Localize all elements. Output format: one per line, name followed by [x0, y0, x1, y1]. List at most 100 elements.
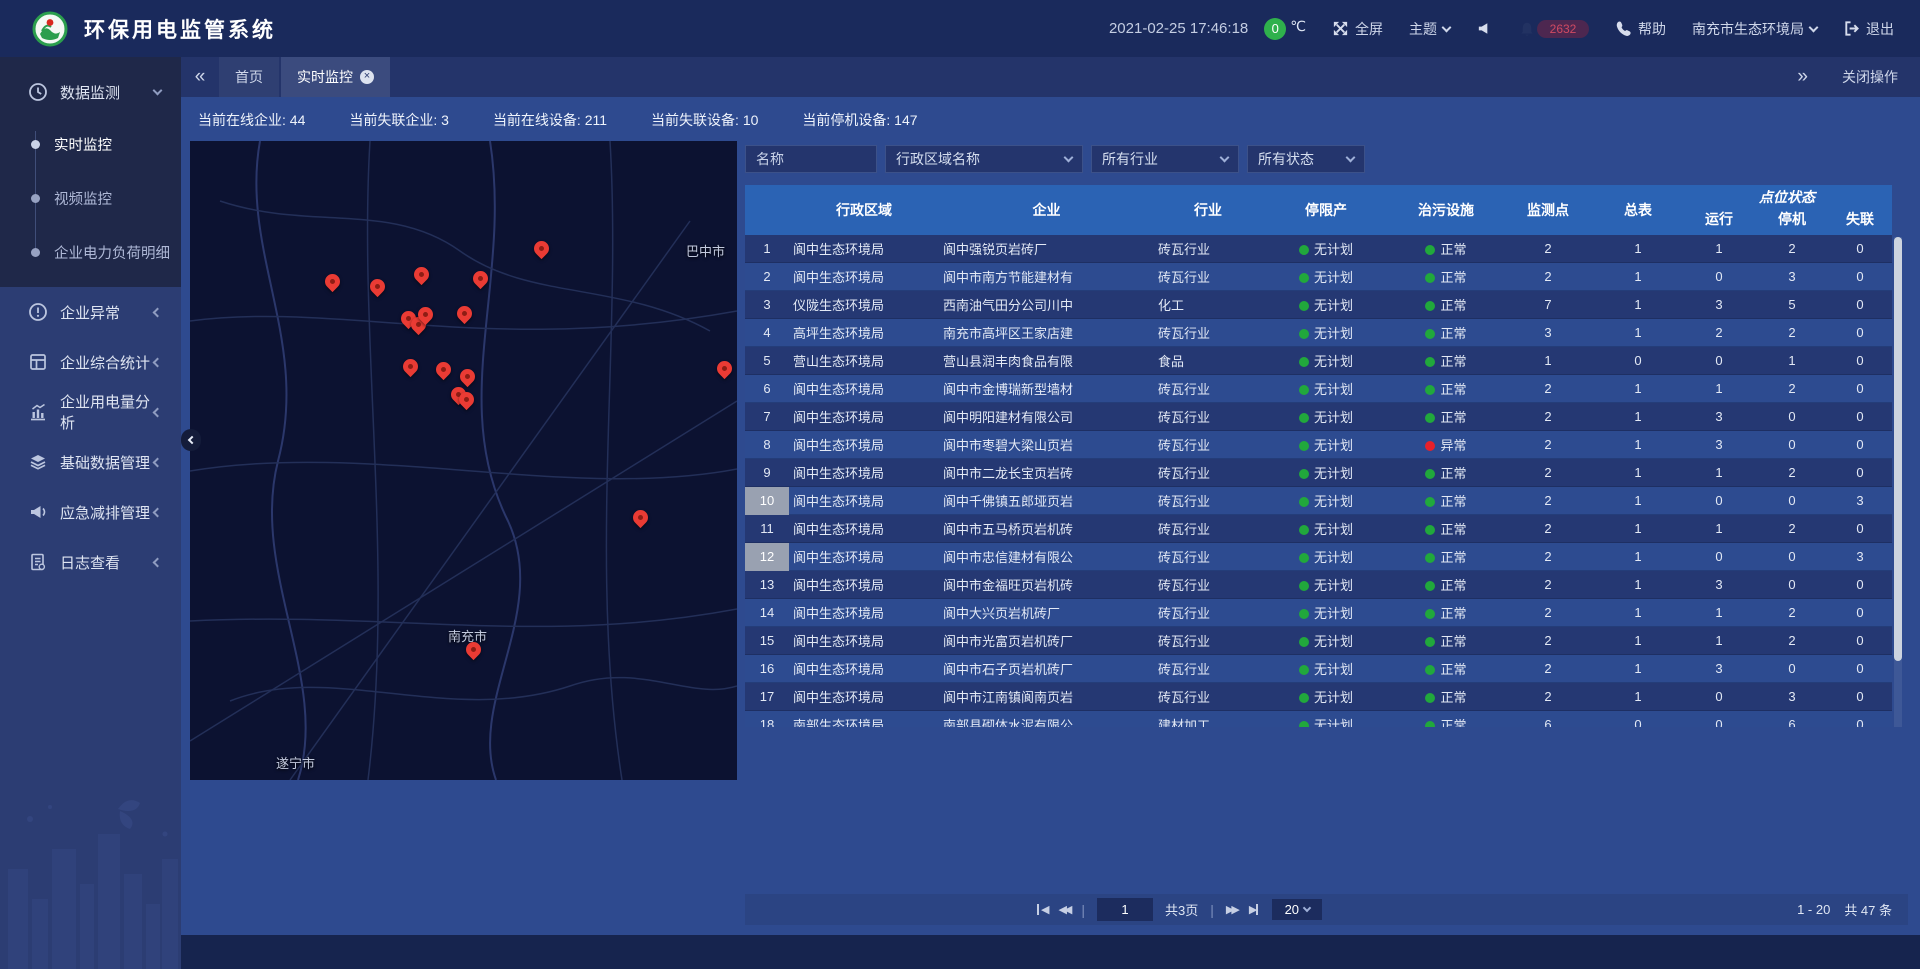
table-row[interactable]: 5营山生态环境局营山县润丰肉食品有限食品无计划正常10010 [745, 347, 1892, 375]
map-panel[interactable]: 巴中市南充市遂宁市 [190, 141, 737, 780]
cell-index: 18 [745, 711, 789, 728]
bell-icon [1519, 21, 1535, 37]
cell-stopped: 2 [1756, 241, 1828, 256]
cell-running: 3 [1682, 577, 1756, 592]
first-page-button[interactable]: ◀ [1035, 903, 1046, 916]
fullscreen-icon [1332, 20, 1349, 37]
table-row[interactable]: 1阆中生态环境局阆中强锐页岩砖厂砖瓦行业无计划正常21120 [745, 235, 1892, 263]
chevron-left-icon [153, 557, 163, 567]
main-content: « 首页实时监控× » 关闭操作 当前在线企业: 44当前失联企业: 3当前在线… [181, 57, 1920, 935]
table-row[interactable]: 10阆中生态环境局阆中千佛镇五郎垭页岩砖瓦行业无计划正常21003 [745, 487, 1892, 515]
sidebar-item-enterprise-power-analysis[interactable]: 企业用电量分析 [0, 387, 181, 437]
cell-running: 0 [1682, 717, 1756, 727]
cell-facility-status: 正常 [1390, 267, 1502, 286]
table-row[interactable]: 13阆中生态环境局阆中市金福旺页岩机砖砖瓦行业无计划正常21300 [745, 571, 1892, 599]
cell-monitor-points: 2 [1502, 689, 1594, 704]
sidebar-item-data-monitoring[interactable]: 数据监测 [0, 67, 181, 117]
page-number-input[interactable] [1097, 898, 1153, 921]
industry-filter-select[interactable]: 所有行业 [1091, 145, 1239, 173]
cell-running: 3 [1682, 661, 1756, 676]
cell-monitor-points: 2 [1502, 465, 1594, 480]
table-row[interactable]: 12阆中生态环境局阆中市忠信建材有限公砖瓦行业无计划正常21003 [745, 543, 1892, 571]
status-dot-icon [1425, 385, 1435, 395]
close-operations-button[interactable]: 关闭操作 [1842, 67, 1898, 87]
name-filter-input[interactable] [745, 145, 877, 173]
cell-facility-status: 正常 [1390, 323, 1502, 342]
cell-index: 10 [745, 487, 789, 515]
table-row[interactable]: 8阆中生态环境局阆中市枣碧大梁山页岩砖瓦行业无计划异常21300 [745, 431, 1892, 459]
cell-index: 8 [745, 431, 789, 459]
notification-bell[interactable]: 2632 [1519, 20, 1589, 38]
cell-company: 南部县砌体水泥有限公 [939, 715, 1154, 727]
record-range-label: 1 - 20 [1797, 902, 1830, 917]
scrollbar-thumb[interactable] [1894, 237, 1902, 661]
last-page-button[interactable]: ▶ [1249, 903, 1260, 916]
sidebar-item-log-view[interactable]: 日志查看 [0, 537, 181, 587]
volume-icon[interactable] [1476, 20, 1493, 37]
cell-limit-status: 无计划 [1262, 659, 1390, 678]
sidebar-item-label: 企业综合统计 [60, 352, 154, 373]
help-button[interactable]: 帮助 [1615, 19, 1666, 39]
table-row[interactable]: 16阆中生态环境局阆中市石子页岩机砖厂砖瓦行业无计划正常21300 [745, 655, 1892, 683]
page-size-select[interactable]: 20 [1272, 899, 1322, 920]
table-row[interactable]: 4高坪生态环境局南充市高坪区王家店建砖瓦行业无计划正常31220 [745, 319, 1892, 347]
table-row[interactable]: 9阆中生态环境局阆中市二龙长宝页岩砖砖瓦行业无计划正常21120 [745, 459, 1892, 487]
next-page-button[interactable]: ▶▶ [1226, 903, 1237, 916]
chevron-down-icon [1064, 153, 1074, 163]
tabs-scroll-right-icon[interactable]: » [1797, 66, 1808, 88]
table-row[interactable]: 6阆中生态环境局阆中市金博瑞新型墙材砖瓦行业无计划正常21120 [745, 375, 1892, 403]
cell-monitor-points: 2 [1502, 437, 1594, 452]
stat-item: 当前停机设备: 147 [802, 110, 917, 130]
sidebar-item-emergency-reduction[interactable]: 应急减排管理 [0, 487, 181, 537]
status-dot-icon [1425, 441, 1435, 451]
fullscreen-button[interactable]: 全屏 [1332, 19, 1383, 39]
sidebar-item-realtime-monitoring[interactable]: 实时监控 [0, 117, 181, 171]
cell-index: 13 [745, 571, 789, 599]
cell-total-meters: 1 [1594, 297, 1682, 312]
theme-dropdown[interactable]: 主题 [1409, 19, 1450, 39]
table-row[interactable]: 2阆中生态环境局阆中市南方节能建材有砖瓦行业无计划正常21030 [745, 263, 1892, 291]
table-scrollbar[interactable] [1894, 237, 1902, 727]
cell-stopped: 2 [1756, 381, 1828, 396]
cell-disconnected: 0 [1828, 633, 1892, 648]
sidebar-item-video-monitoring[interactable]: 视频监控 [0, 171, 181, 225]
table-row[interactable]: 11阆中生态环境局阆中市五马桥页岩机砖砖瓦行业无计划正常21120 [745, 515, 1892, 543]
cell-region: 阆中生态环境局 [789, 407, 939, 426]
cell-region: 阆中生态环境局 [789, 519, 939, 538]
cell-total-meters: 1 [1594, 577, 1682, 592]
table-row[interactable]: 7阆中生态环境局阆中明阳建材有限公司砖瓦行业无计划正常21300 [745, 403, 1892, 431]
sidebar-item-enterprise-statistics[interactable]: 企业综合统计 [0, 337, 181, 387]
org-dropdown[interactable]: 南充市生态环境局 [1692, 19, 1817, 39]
sidebar-item-enterprise-abnormal[interactable]: 企业异常 [0, 287, 181, 337]
sidebar-item-basic-data-management[interactable]: 基础数据管理 [0, 437, 181, 487]
stats-icon [28, 352, 48, 372]
status-dot-icon [1299, 357, 1309, 367]
region-filter-select[interactable]: 行政区域名称 [885, 145, 1083, 173]
cell-total-meters: 1 [1594, 241, 1682, 256]
table-row[interactable]: 3仪陇生态环境局西南油气田分公司川中化工无计划正常71350 [745, 291, 1892, 319]
table-row[interactable]: 14阆中生态环境局阆中大兴页岩机砖厂砖瓦行业无计划正常21120 [745, 599, 1892, 627]
map-collapse-button[interactable] [181, 429, 201, 451]
tab-home[interactable]: 首页 [219, 57, 279, 97]
cell-index: 7 [745, 403, 789, 431]
pagination-separator: | [1081, 902, 1085, 918]
table-row[interactable]: 18南部生态环境局南部县砌体水泥有限公建材加工无计划正常60060 [745, 711, 1892, 727]
cell-index: 11 [745, 515, 789, 543]
cell-industry: 砖瓦行业 [1154, 267, 1262, 286]
tabs-scroll-left-icon[interactable]: « [181, 57, 219, 97]
cell-disconnected: 0 [1828, 661, 1892, 676]
cell-region: 营山生态环境局 [789, 351, 939, 370]
stat-item: 当前在线设备: 211 [493, 110, 607, 130]
table-row[interactable]: 17阆中生态环境局阆中市江南镇阆南页岩砖瓦行业无计划正常21030 [745, 683, 1892, 711]
cell-disconnected: 0 [1828, 605, 1892, 620]
cell-region: 南部生态环境局 [789, 715, 939, 727]
tab-realtime-monitoring[interactable]: 实时监控× [281, 57, 390, 97]
sidebar-item-enterprise-power-load-detail[interactable]: 企业电力负荷明细 [0, 225, 181, 279]
clock-icon [28, 82, 48, 102]
prev-page-button[interactable]: ◀◀ [1058, 903, 1069, 916]
table-row[interactable]: 15阆中生态环境局阆中市光富页岩机砖厂砖瓦行业无计划正常21120 [745, 627, 1892, 655]
cell-disconnected: 0 [1828, 577, 1892, 592]
status-filter-select[interactable]: 所有状态 [1247, 145, 1365, 173]
logout-button[interactable]: 退出 [1843, 19, 1894, 39]
close-icon[interactable]: × [360, 70, 374, 84]
